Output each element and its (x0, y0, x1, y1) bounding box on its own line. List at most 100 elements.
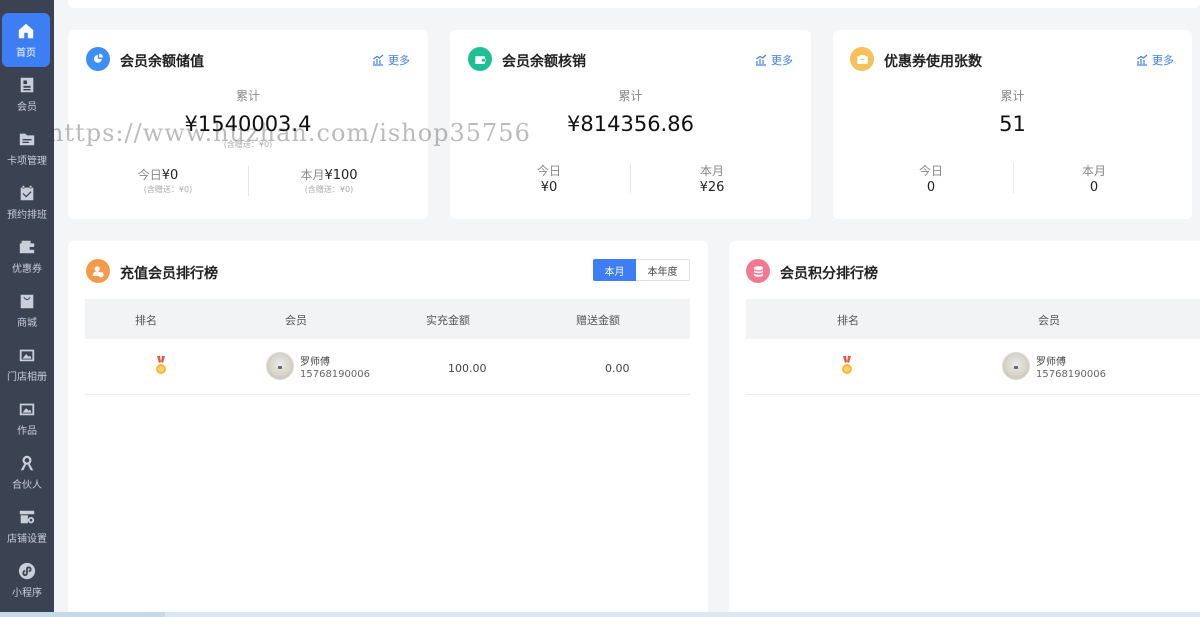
store-settings-icon (19, 510, 35, 523)
today-stat: 今日¥0 (68, 164, 248, 183)
more-link[interactable]: 更多 (755, 52, 793, 68)
bag-icon (20, 294, 34, 308)
row-divider (85, 394, 690, 395)
column-header-bonus: 赠送金额 (576, 314, 620, 327)
today-value: 0 (926, 180, 936, 195)
sidebar-item-label: 预约排班 (7, 209, 47, 221)
sidebar-item-label: 小程序 (12, 587, 42, 599)
sidebar-item-label: 商城 (17, 317, 37, 329)
month-label: 本月 (1081, 164, 1106, 178)
horizontal-scrollbar[interactable] (0, 612, 1200, 617)
partner-icon (20, 455, 34, 470)
today-label: 今日 (137, 168, 162, 182)
trend-chart-icon (756, 54, 767, 66)
column-header-member: 会员 (1038, 314, 1060, 327)
sidebar-item-booking[interactable]: 预约排班 (0, 175, 54, 229)
wallet-icon (468, 47, 492, 71)
points-rank-panel: 会员积分排行榜 排名 会员 罗师傅 15768190006 (729, 241, 1200, 617)
tab-this-year[interactable]: 本年度 (636, 259, 690, 281)
coins-icon (746, 259, 770, 283)
sidebar-item-label: 门店相册 (7, 371, 47, 383)
more-label: 更多 (771, 54, 793, 67)
more-link[interactable]: 更多 (1136, 52, 1174, 68)
coupon-icon (850, 47, 874, 71)
member-phone: 15768190006 (1036, 369, 1106, 380)
sidebar-item-works[interactable]: 作品 (0, 391, 54, 445)
sidebar-item-store-settings[interactable]: 店铺设置 (0, 499, 54, 553)
more-label: 更多 (388, 54, 410, 67)
member-name: 罗师傅 (1036, 357, 1066, 368)
total-value: 51 (999, 112, 1026, 136)
sidebar-item-label: 会员 (17, 101, 37, 113)
gold-medal-icon (842, 356, 852, 374)
card-title: 会员余额核销 (502, 54, 586, 70)
member-phone: 15768190006 (300, 369, 370, 380)
column-header-rank: 排名 (135, 314, 157, 327)
today-note: (含赠送：¥0) (143, 185, 193, 194)
card-title: 会员余额储值 (120, 54, 204, 70)
trend-chart-icon (1137, 54, 1148, 66)
column-header-member: 会员 (285, 314, 307, 327)
month-stat: 本月¥100 (248, 164, 410, 183)
column-header-paid: 实充金额 (426, 314, 470, 327)
sidebar-item-label: 首页 (16, 47, 36, 59)
more-link[interactable]: 更多 (372, 52, 410, 68)
sidebar-item-label: 店铺设置 (7, 533, 47, 545)
sidebar-item-home[interactable]: 首页 (2, 13, 50, 67)
member-card-icon (20, 77, 34, 92)
sidebar-item-mall[interactable]: 商城 (0, 283, 54, 337)
total-value: ¥1540003.4 (184, 112, 312, 136)
total-note: (含赠送：¥0) (223, 140, 273, 149)
image-icon (19, 349, 35, 361)
miniapp-icon (18, 562, 36, 579)
sidebar-item-label: 卡项管理 (7, 155, 47, 167)
folder-icon (19, 133, 35, 145)
wallet-icon (19, 240, 35, 253)
recharge-rank-panel: 充值会员排行榜 本月 本年度 排名 会员 实充金额 赠送金额 罗师傅 15768… (68, 241, 708, 617)
month-note: (含赠送：¥0) (304, 185, 354, 194)
table-header: 排名 会员 (746, 299, 1200, 339)
sidebar-item-label: 作品 (17, 425, 37, 437)
sidebar-item-cards[interactable]: 卡项管理 (0, 121, 54, 175)
sidebar-item-coupons[interactable]: 优惠券 (0, 229, 54, 283)
sidebar-item-miniapp[interactable]: 小程序 (0, 553, 54, 607)
month-value: 0 (1089, 180, 1099, 195)
trend-chart-icon (373, 54, 384, 66)
member-name: 罗师傅 (300, 357, 330, 368)
recharge-icon (86, 47, 110, 71)
avatar (1002, 352, 1030, 380)
total-value: ¥814356.86 (567, 112, 694, 136)
top-panel-edge (68, 0, 1200, 8)
total-label: 累计 (1000, 89, 1025, 103)
column-header-rank: 排名 (837, 314, 859, 327)
more-label: 更多 (1152, 54, 1174, 67)
table-header: 排名 会员 实充金额 赠送金额 (85, 299, 690, 339)
sidebar-item-label: 优惠券 (12, 263, 42, 275)
scrollbar-thumb[interactable] (165, 612, 1200, 617)
image-icon (19, 403, 35, 415)
home-icon (18, 23, 34, 38)
recharge-user-icon (86, 259, 110, 283)
month-value: ¥100 (324, 168, 358, 183)
panel-title: 充值会员排行榜 (120, 266, 218, 282)
sidebar-item-partners[interactable]: 合伙人 (0, 445, 54, 499)
sidebar-item-member[interactable]: 会员 (0, 67, 54, 121)
today-label: 今日 (536, 164, 561, 178)
today-value: ¥0 (540, 180, 558, 195)
tab-this-month[interactable]: 本月 (593, 259, 636, 281)
total-label: 累计 (235, 89, 260, 103)
today-value: ¥0 (161, 168, 179, 183)
card-title: 优惠券使用张数 (884, 54, 982, 70)
sidebar-item-store-album[interactable]: 门店相册 (0, 337, 54, 391)
bonus-amount: 0.00 (605, 362, 630, 375)
calendar-icon (20, 185, 34, 200)
month-value: ¥26 (699, 180, 725, 195)
total-label: 累计 (618, 89, 643, 103)
sidebar-item-label: 合伙人 (12, 479, 42, 491)
panel-title: 会员积分排行榜 (780, 266, 878, 282)
today-label: 今日 (918, 164, 943, 178)
month-label: 本月 (300, 168, 325, 182)
stat-card-coupons: 优惠券使用张数 更多 累计 51 今日 0 本月 0 (833, 30, 1192, 219)
avatar (266, 352, 294, 380)
row-divider (746, 394, 1200, 395)
